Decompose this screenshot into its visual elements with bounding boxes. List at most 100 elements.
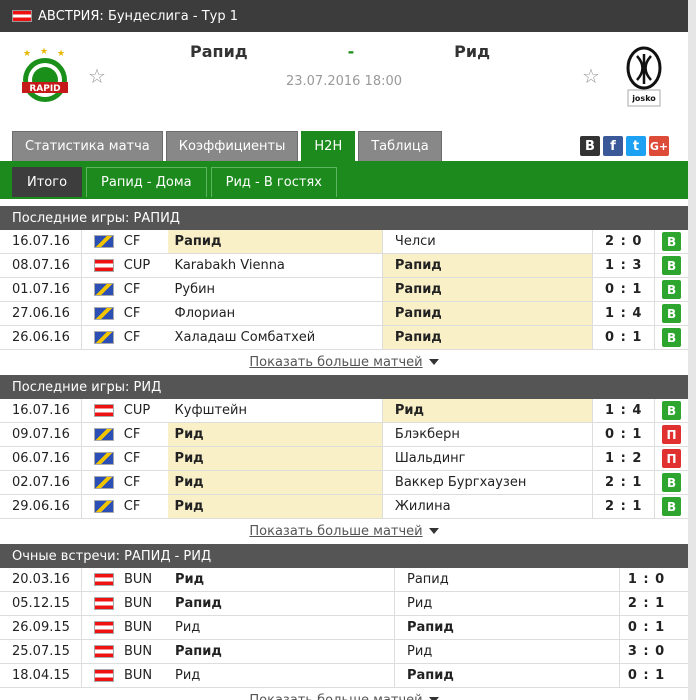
club-friendly-icon (93, 331, 114, 344)
home-team: Рапид (168, 592, 395, 615)
away-team: Жилина (394, 499, 451, 514)
league-code: BUN (124, 596, 153, 611)
show-more-label: Показать больше матчей (249, 354, 423, 370)
result-cell: В (654, 495, 688, 518)
result-cell: В (654, 278, 688, 301)
austria-flag-icon (93, 259, 114, 272)
match-score: 1 : 4 (592, 399, 654, 422)
result-badge: В (662, 256, 682, 275)
tab-h2h[interactable]: H2H (301, 131, 356, 161)
vk-share-icon[interactable]: В (580, 136, 600, 156)
match-header: ★ ★ ★ RAPID ☆ Рапид - Рид 23.07.2016 18:… (0, 32, 688, 124)
result-cell: В (654, 399, 688, 422)
svg-text:★: ★ (23, 49, 31, 59)
result-cell: В (654, 326, 688, 349)
away-team: Рапид (382, 254, 593, 277)
match-row[interactable]: 25.07.15 BUN Рапид Рид 3 : 0 (0, 640, 688, 664)
match-row[interactable]: 18.04.15 BUN Рид Рапид 0 : 1 (0, 664, 688, 688)
match-score: 1 : 0 (619, 568, 673, 591)
match-row[interactable]: 16.07.16 CF Рапид Челси 2 : 0 В (0, 230, 688, 254)
svg-text:★: ★ (57, 49, 65, 59)
result-badge: В (662, 328, 682, 347)
subtab-overall[interactable]: Итого (12, 167, 83, 197)
match-league: CF (82, 278, 168, 301)
match-row[interactable]: 29.06.16 CF Рид Жилина 2 : 1 В (0, 495, 688, 519)
league-code: BUN (124, 572, 153, 587)
away-team: Рапид (382, 278, 593, 301)
match-league: CF (82, 471, 168, 494)
result-badge: В (662, 401, 682, 420)
home-team: Куфштейн (168, 399, 383, 422)
match-row[interactable]: 20.03.16 BUN Рид Рапид 1 : 0 (0, 568, 688, 592)
teams-separator: - (347, 42, 355, 61)
googleplus-share-icon[interactable]: G+ (649, 136, 669, 156)
facebook-share-icon[interactable]: f (603, 136, 623, 156)
match-row[interactable]: 05.12.15 BUN Рапид Рид 2 : 1 (0, 592, 688, 616)
match-score: 0 : 1 (592, 278, 654, 301)
match-date: 25.07.15 (0, 640, 82, 663)
result-badge: П (662, 425, 682, 444)
show-more-button[interactable]: Показать больше матчей (0, 519, 688, 543)
austria-flag-icon (94, 645, 114, 658)
match-score: 0 : 1 (619, 664, 673, 687)
club-friendly-icon (93, 307, 114, 320)
home-team: Рид (168, 664, 395, 687)
show-more-label: Показать больше матчей (249, 692, 423, 700)
twitter-share-icon[interactable]: t (626, 136, 646, 156)
match-date: 02.07.16 (0, 471, 82, 494)
home-team: Рид (167, 447, 383, 470)
match-row[interactable]: 09.07.16 CF Рид Блэкберн 0 : 1 П (0, 423, 688, 447)
result-badge: В (662, 497, 682, 516)
away-team-name[interactable]: Рид (454, 42, 490, 61)
away-team: Рапид (407, 620, 454, 635)
match-row[interactable]: 16.07.16 CUP Куфштейн Рид 1 : 4 В (0, 399, 688, 423)
show-more-button[interactable]: Показать больше матчей (0, 350, 688, 374)
tab-odds[interactable]: Коэффициенты (165, 131, 299, 161)
home-team: Рубин (168, 278, 383, 301)
match-row[interactable]: 26.09.15 BUN Рид Рапид 0 : 1 (0, 616, 688, 640)
club-friendly-icon (93, 428, 114, 441)
subtab-home[interactable]: Рапид - Дома (86, 167, 207, 197)
home-team: Karabakh Vienna (168, 254, 383, 277)
subtab-away[interactable]: Рид - В гостях (210, 167, 337, 197)
section-title: Последние игры: РИД (0, 375, 688, 399)
match-score: 0 : 1 (592, 326, 654, 349)
competition-title: АВСТРИЯ: Бундеслига - Тур 1 (38, 8, 238, 24)
show-more-button[interactable]: Показать больше матчей (0, 688, 688, 700)
home-team: Рапид (168, 640, 395, 663)
tab-standings[interactable]: Таблица (358, 131, 442, 161)
home-team: Флориан (168, 302, 383, 325)
match-date: 26.06.16 (0, 326, 82, 349)
match-league: CF (82, 230, 168, 253)
match-league: BUN (82, 616, 168, 639)
match-league: BUN (82, 592, 168, 615)
result-cell: В (654, 471, 688, 494)
home-team: Рид (167, 495, 383, 518)
match-date: 16.07.16 (0, 230, 82, 253)
page-scrollbar[interactable] (688, 0, 696, 700)
match-date: 05.12.15 (0, 592, 82, 615)
home-team: Халадаш Сомбатхей (168, 326, 383, 349)
home-team-name[interactable]: Рапид (190, 42, 248, 61)
match-date: 20.03.16 (0, 568, 82, 591)
favorite-away-star-icon[interactable]: ☆ (582, 64, 600, 88)
match-row[interactable]: 06.07.16 CF Рид Шальдинг 1 : 2 П (0, 447, 688, 471)
chevron-down-icon (428, 528, 439, 534)
match-row[interactable]: 27.06.16 CF Флориан Рапид 1 : 4 В (0, 302, 688, 326)
home-team: Рид (167, 423, 383, 446)
league-code: BUN (124, 620, 153, 635)
club-friendly-icon (93, 235, 114, 248)
away-team: Рапид (382, 326, 593, 349)
result-cell: В (654, 254, 688, 277)
away-team: Шальдинг (394, 451, 466, 466)
match-row[interactable]: 08.07.16 CUP Karabakh Vienna Рапид 1 : 3… (0, 254, 688, 278)
match-row[interactable]: 02.07.16 CF Рид Ваккер Бургхаузен 2 : 1 … (0, 471, 688, 495)
club-friendly-icon (93, 500, 114, 513)
match-date: 29.06.16 (0, 495, 82, 518)
result-badge: В (662, 280, 682, 299)
match-row[interactable]: 01.07.16 CF Рубин Рапид 0 : 1 В (0, 278, 688, 302)
match-row[interactable]: 26.06.16 CF Халадаш Сомбатхей Рапид 0 : … (0, 326, 688, 350)
match-score: 1 : 3 (592, 254, 654, 277)
league-code: CF (123, 451, 141, 466)
tab-statistics[interactable]: Статистика матча (12, 131, 163, 161)
